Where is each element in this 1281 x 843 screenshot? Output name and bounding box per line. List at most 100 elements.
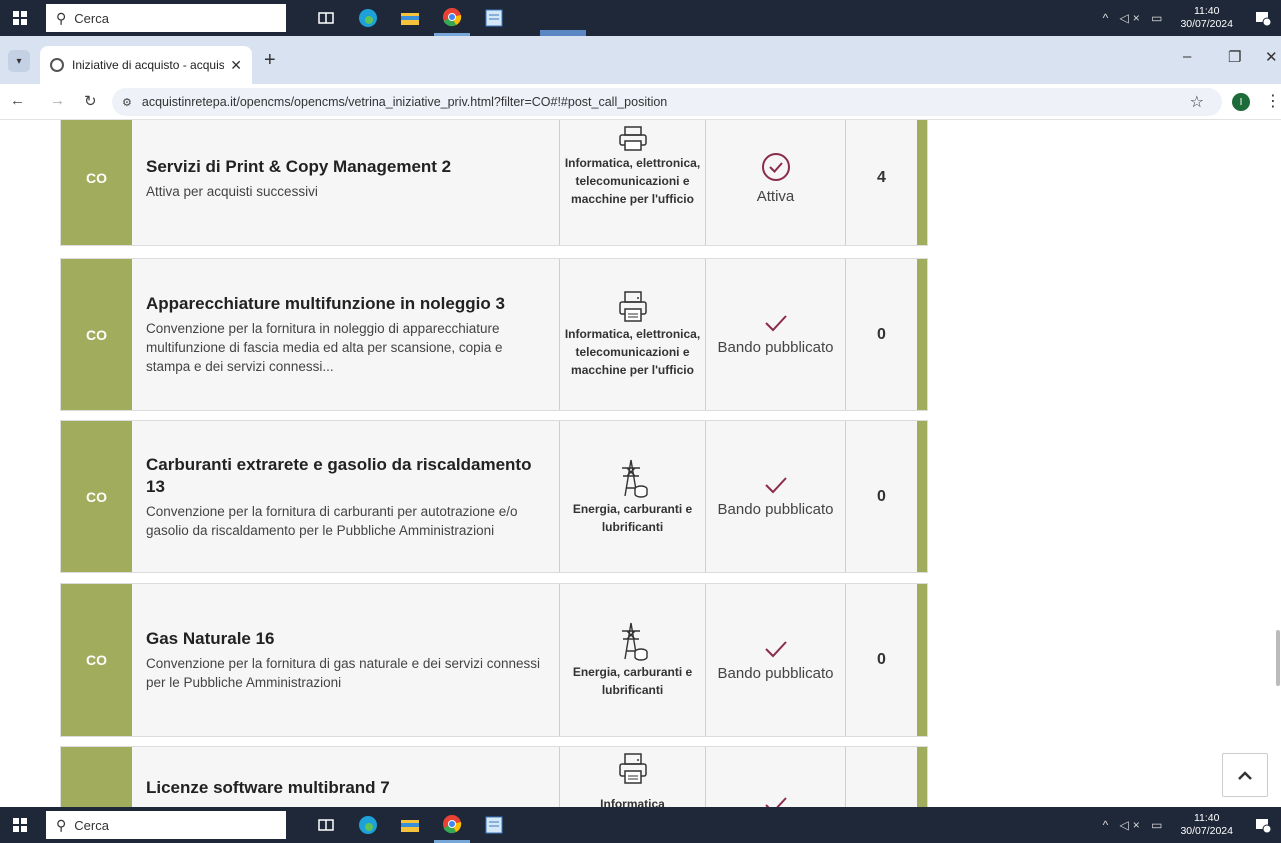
initiative-card[interactable]: CO Servizi di Print & Copy Management 2 …	[60, 120, 928, 246]
count-value: 0	[845, 584, 917, 736]
check-icon	[764, 797, 787, 807]
taskbar-search-box[interactable]: ⚲ Cerca	[46, 4, 286, 32]
browser-tab-bar: ▾ Iniziative di acquisto - acquistin ✕ +…	[0, 36, 1281, 84]
url-text: acquistinretepa.it/opencms/opencms/vetri…	[141, 95, 668, 109]
initiative-card[interactable]: Licenze software multibrand 7 Informatic…	[60, 746, 928, 807]
type-tag: CO	[61, 584, 132, 736]
type-tag: CO	[61, 421, 132, 572]
check-circle-icon	[761, 152, 790, 181]
notepad-icon[interactable]	[476, 807, 512, 843]
task-view-icon[interactable]	[308, 807, 344, 843]
initiative-card[interactable]: CO Gas Naturale 16 Convenzione per la fo…	[60, 583, 928, 737]
windows-start-button[interactable]	[0, 0, 40, 36]
card-edge	[917, 421, 927, 572]
card-edge	[917, 747, 927, 807]
printer-icon	[618, 126, 647, 151]
globe-icon	[50, 58, 64, 72]
status-label: Attiva	[756, 187, 795, 205]
category-label: Informatica, elettronica, telecomunicazi…	[564, 326, 701, 377]
initiative-description: Attiva per acquisti successivi	[146, 183, 318, 199]
type-tag: CO	[61, 120, 132, 245]
clock-time: 11:40	[1193, 812, 1220, 824]
initiative-card[interactable]: CO Carburanti extrarete e gasolio da ris…	[60, 420, 928, 573]
chrome-icon[interactable]	[434, 0, 470, 36]
status-label: Bando pubblicato	[717, 664, 834, 682]
type-tag	[61, 747, 132, 807]
chevron-up-icon	[1238, 771, 1252, 780]
site-settings-icon[interactable]: ⚙	[122, 96, 132, 109]
clock-date: 30/07/2024	[1180, 18, 1233, 30]
card-edge	[917, 259, 927, 410]
search-icon: ⚲	[56, 9, 67, 26]
notepad-icon[interactable]	[476, 0, 512, 36]
file-explorer-icon[interactable]	[392, 807, 428, 843]
clock-time: 11:40	[1193, 5, 1220, 17]
initiative-card[interactable]: CO Apparecchiature multifunzione in nole…	[60, 258, 928, 411]
page-content: CO Servizi di Print & Copy Management 2 …	[0, 120, 1281, 807]
edge-icon[interactable]	[350, 807, 386, 843]
tab-search-button[interactable]: ▾	[8, 50, 30, 72]
taskbar-top: ⚲ Cerca ^ ◁× ▭ 11:40 30/07/2024	[0, 0, 1281, 36]
check-icon	[764, 477, 787, 494]
windows-logo-icon	[13, 11, 27, 25]
search-icon: ⚲	[56, 816, 67, 833]
forward-arrow-icon[interactable]: →	[50, 92, 65, 109]
restore-button[interactable]: ❐	[1228, 48, 1241, 66]
taskbar-clock[interactable]: 11:40 30/07/2024	[1180, 812, 1233, 838]
initiative-title[interactable]: Gas Naturale 16	[146, 628, 545, 650]
profile-avatar[interactable]: I	[1232, 93, 1250, 111]
initiative-title[interactable]: Servizi di Print & Copy Management 2	[146, 156, 545, 178]
check-icon	[764, 640, 787, 657]
notification-icon[interactable]	[1249, 817, 1277, 833]
task-view-icon[interactable]	[308, 0, 344, 36]
minimize-button[interactable]: –	[1183, 48, 1191, 65]
chrome-icon[interactable]	[434, 807, 470, 843]
taskbar-search-box[interactable]: ⚲ Cerca	[46, 811, 286, 839]
status-label: Bando pubblicato	[717, 501, 834, 518]
file-explorer-icon[interactable]	[392, 0, 428, 36]
taskbar-search-placeholder: Cerca	[74, 10, 109, 26]
tab-title: Iniziative di acquisto - acquistin	[72, 58, 225, 72]
category-label: Energia, carburanti e lubrificanti	[572, 665, 693, 697]
url-field[interactable]: ⚙ acquistinretepa.it/opencms/opencms/vet…	[112, 88, 1222, 116]
printer-icon	[618, 753, 647, 784]
edge-icon[interactable]	[350, 0, 386, 36]
power-tower-icon	[621, 459, 648, 498]
taskbar-bottom: ⚲ Cerca ^ ◁× ▭ 11:40 30/07/2024	[0, 807, 1281, 843]
taskbar-search-placeholder: Cerca	[74, 817, 109, 833]
new-tab-button[interactable]: +	[264, 49, 276, 72]
printer-icon	[618, 290, 647, 322]
initiative-title[interactable]: Licenze software multibrand 7	[146, 777, 545, 799]
category-label: Informatica	[600, 797, 665, 807]
initiative-title[interactable]: Carburanti extrarete e gasolio da riscal…	[146, 454, 545, 498]
power-tower-icon	[621, 622, 648, 661]
initiative-title[interactable]: Apparecchiature multifunzione in noleggi…	[146, 293, 545, 315]
status-label: Bando pubblicato	[717, 339, 834, 356]
reload-icon[interactable]: ↻	[84, 92, 97, 110]
back-arrow-icon[interactable]: ←	[10, 92, 25, 109]
close-window-button[interactable]: ✕	[1265, 48, 1278, 66]
check-icon	[764, 315, 787, 332]
clock-date: 30/07/2024	[1180, 825, 1233, 837]
count-value	[845, 747, 917, 807]
browser-tab[interactable]: Iniziative di acquisto - acquistin ✕	[40, 46, 252, 84]
count-value: 4	[845, 120, 917, 245]
category-label: Energia, carburanti e lubrificanti	[572, 501, 693, 534]
count-value: 0	[845, 259, 917, 410]
bookmark-star-icon[interactable]: ☆	[1190, 92, 1204, 112]
count-value: 0	[845, 421, 917, 572]
browser-menu-icon[interactable]: ⋮	[1265, 91, 1281, 111]
initiative-description: Convenzione per la fornitura in noleggio…	[146, 321, 503, 374]
system-tray-icons[interactable]: ^ ◁× ▭	[1103, 11, 1167, 25]
initiative-description: Convenzione per la fornitura di gas natu…	[146, 656, 540, 690]
windows-logo-icon	[13, 818, 27, 832]
notification-icon[interactable]	[1249, 10, 1277, 26]
system-tray-icons[interactable]: ^ ◁× ▭	[1103, 818, 1167, 832]
initiative-description: Convenzione per la fornitura di carburan…	[146, 503, 518, 538]
type-tag: CO	[61, 259, 132, 410]
tab-close-icon[interactable]: ✕	[230, 57, 242, 74]
taskbar-clock[interactable]: 11:40 30/07/2024	[1180, 5, 1233, 31]
scroll-to-top-button[interactable]	[1222, 753, 1268, 797]
page-scrollbar-thumb[interactable]	[1276, 630, 1280, 686]
windows-start-button[interactable]	[0, 807, 40, 843]
